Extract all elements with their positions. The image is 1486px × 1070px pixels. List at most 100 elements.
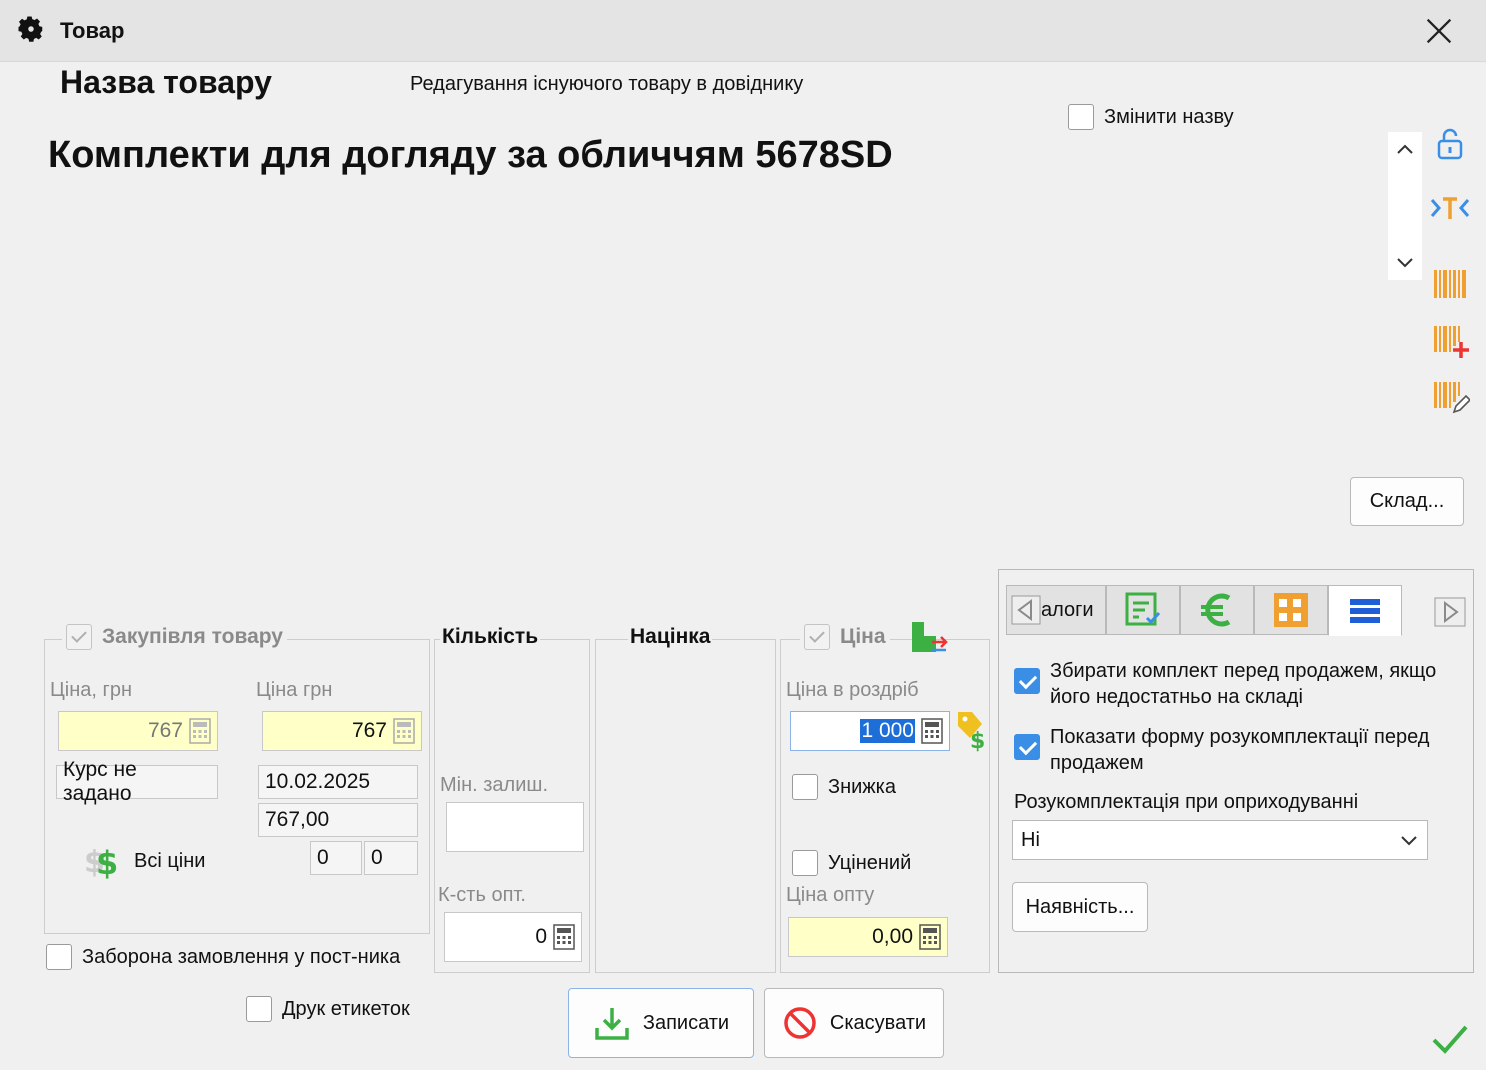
tab-taxes-label: алоги (1041, 598, 1094, 621)
tab-list[interactable] (1328, 585, 1402, 636)
chevron-down-icon (1401, 836, 1417, 846)
purchase-date-field: 10.02.2025 (258, 765, 418, 799)
purchase-checkbox (66, 624, 92, 650)
purchase-price-grn-field[interactable]: 767 (262, 711, 422, 751)
disassemble-form-label: Показати форму розукомплектації перед пр… (1050, 726, 1430, 774)
order-ban-label: Заборона замовлення у пост-ника (82, 945, 401, 968)
calculator-icon[interactable] (921, 718, 943, 744)
right-arrow-icon[interactable] (1434, 597, 1466, 627)
wholesale-qty-value: 0 (535, 925, 547, 948)
retail-price-field[interactable]: 1 000 (790, 711, 950, 751)
print-labels-option[interactable]: Друк етикеток (246, 996, 410, 1022)
svg-text:$: $ (96, 844, 118, 880)
cancel-label: Скасувати (829, 1011, 927, 1034)
product-name[interactable]: Комплекти для догляду за обличчям 5678SD (48, 134, 893, 177)
close-icon[interactable] (1422, 14, 1456, 48)
calculator-icon[interactable] (919, 924, 941, 950)
wholesale-qty-label: К-сть опт. (438, 884, 526, 906)
barcode-edit-icon[interactable] (1430, 378, 1470, 418)
barcode-icon[interactable] (1430, 264, 1470, 304)
window-title: Товар (60, 18, 125, 43)
retail-price-value: 1 000 (860, 719, 915, 743)
chevron-down-icon[interactable] (1395, 252, 1415, 272)
list-icon (1350, 598, 1380, 623)
tab-taxes[interactable]: алоги (1006, 585, 1106, 635)
tab-currency[interactable] (1180, 585, 1254, 635)
checkmark-icon (1432, 1025, 1468, 1054)
change-name-checkbox[interactable] (1068, 104, 1094, 130)
disassembly-label: Розукомплектація при оприходуванні (1014, 791, 1359, 813)
calculator-icon[interactable] (553, 924, 575, 950)
wholesale-qty-input[interactable]: 0 (444, 912, 582, 962)
price-transfer-icon[interactable] (910, 620, 950, 656)
price-uah-label: Ціна, грн (50, 679, 132, 701)
purchase-header: Закупівля товару (62, 624, 287, 650)
lock-open-icon[interactable] (1430, 124, 1470, 164)
min-stock-input[interactable] (446, 802, 584, 852)
purchase-price-uah-value: 767 (147, 719, 183, 742)
left-arrow-icon[interactable] (1011, 595, 1041, 625)
chevron-up-icon[interactable] (1395, 140, 1415, 160)
warehouse-button[interactable]: Склад... (1350, 477, 1464, 526)
wholesale-price-field[interactable]: 0,00 (788, 917, 948, 957)
purchase-title: Закупівля товару (102, 625, 283, 648)
calculator-icon[interactable] (393, 718, 415, 744)
discounted-checkbox[interactable] (792, 850, 818, 876)
download-icon (595, 1008, 629, 1040)
scroll-box[interactable] (1388, 132, 1422, 280)
gear-icon (18, 16, 43, 42)
price-tag-dollar-icon[interactable]: $ (954, 710, 990, 752)
order-ban-checkbox[interactable] (46, 944, 72, 970)
change-name-label: Змінити назву (1104, 105, 1234, 128)
edit-subtitle: Редагування існуючого товару в довіднику (410, 73, 804, 95)
grid-icon (1274, 593, 1308, 627)
wholesale-price-value: 0,00 (872, 925, 913, 948)
barcode-add-icon[interactable] (1430, 322, 1470, 362)
disassembly-value: Ні (1021, 828, 1040, 851)
cancel-icon (784, 1007, 816, 1039)
euro-icon (1201, 593, 1231, 627)
discount-checkbox[interactable] (792, 774, 818, 800)
text-cursor-icon[interactable] (1430, 188, 1470, 228)
name-heading: Назва товару (60, 64, 272, 100)
disassemble-form-option[interactable]: Показати форму розукомплектації перед пр… (1014, 724, 1434, 776)
all-prices-label: Всі ціни (134, 849, 206, 872)
svg-text:$: $ (970, 729, 985, 752)
assemble-checkbox[interactable] (1014, 668, 1040, 694)
dollar-icon: $ $ (84, 844, 118, 880)
save-label: Записати (642, 1011, 730, 1034)
min-stock-label: Мін. залиш. (440, 774, 548, 796)
all-prices-button[interactable]: $ $ Всі ціни (84, 842, 205, 880)
document-check-icon (1125, 592, 1161, 626)
tab-documents[interactable] (1106, 585, 1180, 635)
discount-label: Знижка (828, 775, 896, 798)
extra-field-b: 0 (364, 841, 418, 875)
save-button[interactable]: Записати (568, 988, 754, 1058)
discounted-label: Уцінений (828, 851, 912, 874)
change-name-option[interactable]: Змінити назву (1068, 104, 1234, 130)
assemble-option[interactable]: Збирати комплект перед продажем, якщо йо… (1014, 658, 1454, 710)
price-title: Ціна (840, 625, 886, 648)
price-checkbox (804, 624, 830, 650)
discount-option[interactable]: Знижка (792, 774, 896, 800)
disassemble-form-checkbox[interactable] (1014, 734, 1040, 760)
quantity-title: Кількість (440, 625, 541, 649)
discounted-option[interactable]: Уцінений (792, 850, 911, 876)
disassembly-select[interactable]: Ні (1012, 820, 1428, 860)
cancel-button[interactable]: Скасувати (764, 988, 944, 1058)
exchange-rate-field: Курс не задано (56, 758, 218, 805)
print-labels-checkbox[interactable] (246, 996, 272, 1022)
price-grn-label: Ціна грн (256, 679, 333, 701)
calculator-icon[interactable] (189, 718, 211, 744)
purchase-price-uah-field[interactable]: 767 (58, 711, 218, 751)
extra-field-a: 0 (310, 841, 362, 875)
price-header: Ціна (800, 624, 890, 650)
assemble-label: Збирати комплект перед продажем, якщо йо… (1050, 660, 1437, 708)
tab-grid[interactable] (1254, 585, 1328, 635)
purchase-amount-field: 767,00 (258, 803, 418, 837)
print-labels-label: Друк етикеток (282, 997, 410, 1020)
order-ban-option[interactable]: Заборона замовлення у пост-ника (46, 944, 400, 970)
availability-button[interactable]: Наявність... (1012, 882, 1148, 932)
markup-group (595, 639, 776, 973)
wholesale-price-label: Ціна опту (786, 884, 875, 906)
